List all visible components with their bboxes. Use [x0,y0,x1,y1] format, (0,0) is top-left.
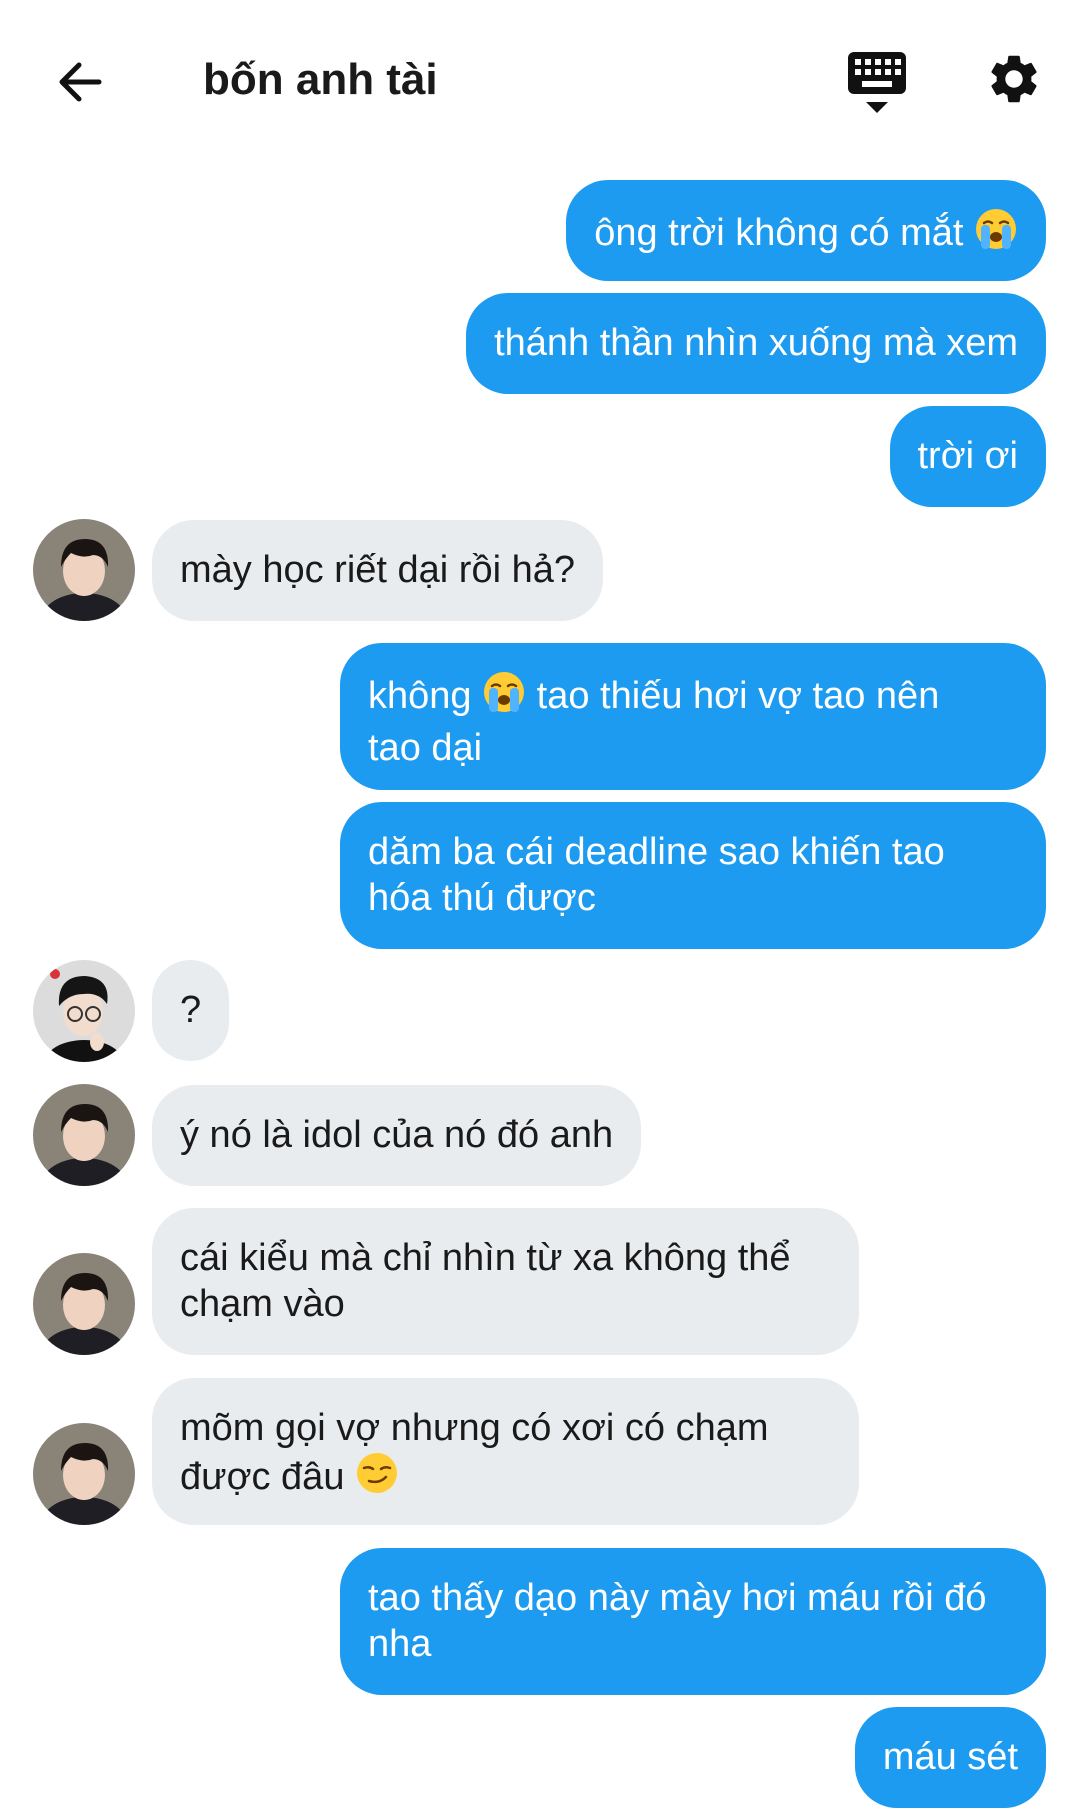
message-bubble-outgoing[interactable]: tao thấy dạo này mày hơi máu rồi đó nha [340,1548,1046,1695]
message-bubble-incoming[interactable]: mõm gọi vợ nhưng có xơi có chạm được đâu [152,1378,859,1525]
loudly-crying-face-icon [482,670,526,725]
message-text: mày học riết dại rồi hả? [180,549,575,591]
message-text: cái kiểu mà chỉ nhìn từ xa không thể [180,1237,791,1279]
keyboard-button[interactable] [846,50,908,116]
gear-icon [991,55,1037,103]
message-bubble-outgoing[interactable]: dăm ba cái deadline sao khiến tao hóa th… [340,802,1046,949]
loudly-crying-face-icon [974,207,1018,262]
message-text: tao dại [368,727,483,769]
message-text: dăm ba cái deadline sao khiến tao [368,831,945,873]
message-bubble-outgoing[interactable]: không tao thiếu hơi vợ tao nên tao dại [340,643,1046,790]
chat-header: bốn anh tài [0,0,1080,160]
message-bubble-outgoing[interactable]: ông trời không có mắt [566,180,1046,281]
message-bubble-incoming[interactable]: mày học riết dại rồi hả? [152,520,603,621]
message-text: mõm gọi vợ nhưng có xơi có chạm [180,1407,769,1449]
message-text: chạm vào [180,1283,345,1325]
keyboard-icon [848,52,906,113]
message-text: nha [368,1623,432,1665]
settings-button[interactable] [985,50,1043,108]
message-text: ? [180,989,202,1031]
avatar[interactable] [33,960,135,1062]
message-bubble-incoming[interactable]: ? [152,960,230,1061]
message-text: ông trời không có mắt [594,212,964,254]
message-line: không tao thiếu hơi vợ tao nên [368,670,1018,725]
message-text: hóa thú được [368,877,596,919]
message-line: được đâu [180,1451,831,1506]
message-text: ý nó là idol của nó đó anh [180,1114,614,1156]
message-bubble-outgoing[interactable]: trời ơi [889,406,1046,507]
avatar[interactable] [33,1253,135,1355]
message-text: máu sét [882,1736,1018,1778]
avatar[interactable] [33,1423,135,1525]
back-button[interactable] [50,52,110,112]
message-text: được đâu [180,1456,345,1498]
message-bubble-outgoing[interactable]: máu sét [854,1707,1046,1808]
avatar[interactable] [33,519,135,621]
message-text: trời ơi [917,435,1019,477]
message-text: tao thiếu hơi vợ tao nên [536,675,940,717]
smirking-face-icon [355,1451,399,1506]
message-bubble-incoming[interactable]: cái kiểu mà chỉ nhìn từ xa không thể chạ… [152,1208,859,1355]
avatar[interactable] [33,1084,135,1186]
message-bubble-incoming[interactable]: ý nó là idol của nó đó anh [152,1085,642,1186]
message-bubble-outgoing[interactable]: thánh thần nhìn xuống mà xem [466,293,1046,394]
message-text: thánh thần nhìn xuống mà xem [494,322,1018,364]
message-text: tao thấy dạo này mày hơi máu rồi đó [368,1577,987,1619]
message-text: không [368,675,472,717]
chat-title: bốn anh tài [203,55,438,104]
arrow-left-icon [59,62,102,102]
